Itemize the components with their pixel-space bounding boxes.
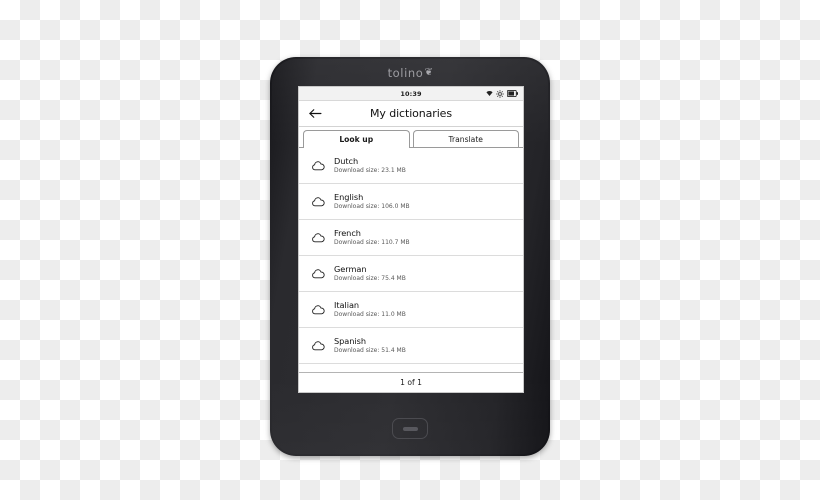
dictionary-name: Spanish — [334, 335, 366, 346]
dictionary-name: German — [334, 263, 367, 274]
home-button[interactable] — [392, 418, 428, 439]
cloud-download-icon — [307, 268, 329, 279]
list-item-text: Spanish Download size: 51.4 MB — [334, 336, 406, 356]
tab-bar: Look up Translate — [299, 127, 523, 148]
list-item[interactable]: Spanish Download size: 51.4 MB — [299, 328, 523, 364]
dictionary-size: Download size: 51.4 MB — [334, 346, 406, 354]
dictionary-size: Download size: 106.0 MB — [334, 202, 410, 210]
list-item[interactable]: German Download size: 75.4 MB — [299, 256, 523, 292]
list-item-text: English Download size: 106.0 MB — [334, 192, 410, 212]
wifi-icon — [486, 90, 493, 97]
cloud-download-icon — [307, 304, 329, 315]
device-brand-logo: tolino❦ — [270, 66, 550, 80]
dictionary-size: Download size: 75.4 MB — [334, 274, 406, 282]
dictionary-size: Download size: 11.0 MB — [334, 310, 406, 318]
screen-header: My dictionaries — [299, 101, 523, 127]
cloud-download-icon — [307, 196, 329, 207]
tab-look-up[interactable]: Look up — [303, 130, 410, 148]
list-item[interactable]: French Download size: 110.7 MB — [299, 220, 523, 256]
status-icon-group — [486, 87, 518, 100]
list-item-text: French Download size: 110.7 MB — [334, 228, 410, 248]
dictionary-size: Download size: 23.1 MB — [334, 166, 406, 174]
list-item-text: Italian Download size: 11.0 MB — [334, 300, 406, 320]
list-item[interactable]: Italian Download size: 11.0 MB — [299, 292, 523, 328]
list-item-text: Dutch Download size: 23.1 MB — [334, 156, 406, 176]
page-indicator[interactable]: 1 of 1 — [299, 372, 523, 392]
dictionary-size: Download size: 110.7 MB — [334, 238, 410, 246]
cloud-download-icon — [307, 232, 329, 243]
brightness-icon — [496, 89, 504, 98]
status-bar: 10:39 — [299, 87, 523, 101]
brand-butterfly-icon: ❦ — [424, 67, 434, 78]
dictionary-name: Dutch — [334, 155, 359, 166]
back-arrow-icon[interactable] — [307, 106, 323, 122]
page-title: My dictionaries — [370, 107, 452, 120]
tab-translate[interactable]: Translate — [412, 130, 519, 147]
status-time: 10:39 — [400, 89, 422, 98]
dictionary-name: English — [334, 191, 364, 202]
dictionary-list: Dutch Download size: 23.1 MB English Dow… — [299, 148, 523, 372]
list-item[interactable]: English Download size: 106.0 MB — [299, 184, 523, 220]
ereader-device: tolino❦ 10:39 My dictionaries Look up Tr… — [270, 57, 550, 456]
dictionary-name: French — [334, 227, 361, 238]
cloud-download-icon — [307, 340, 329, 351]
home-button-dash — [402, 426, 418, 431]
dictionary-name: Italian — [334, 299, 360, 310]
list-item-text: German Download size: 75.4 MB — [334, 264, 406, 284]
device-screen: 10:39 My dictionaries Look up Translate … — [298, 86, 524, 393]
brand-wordmark: tolino — [387, 66, 424, 80]
cloud-download-icon — [307, 160, 329, 171]
battery-icon — [507, 90, 518, 97]
list-item[interactable]: Dutch Download size: 23.1 MB — [299, 148, 523, 184]
